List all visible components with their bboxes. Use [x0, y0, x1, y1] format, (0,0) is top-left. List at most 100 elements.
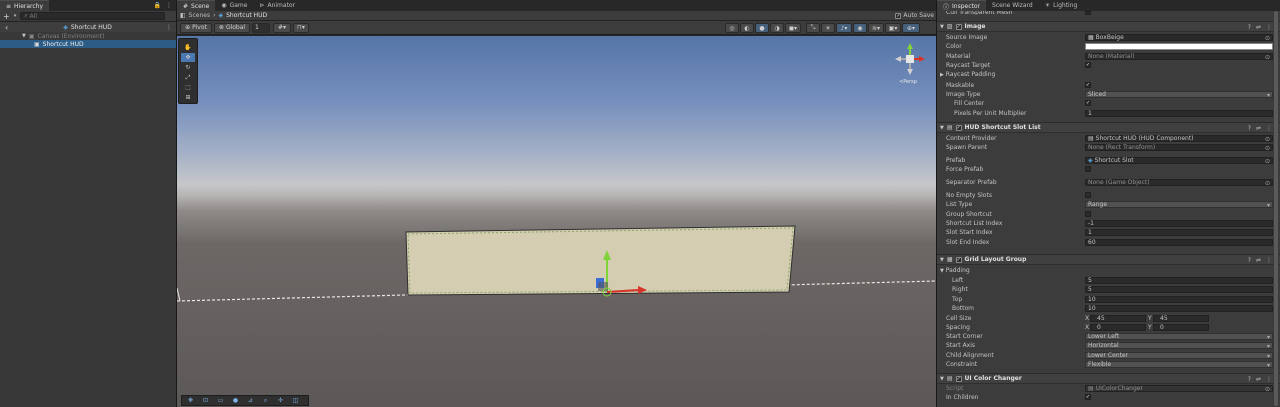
slot-list-enabled-checkbox[interactable]: ✓: [955, 124, 962, 131]
move-overlay-button[interactable]: ✥: [183, 396, 198, 405]
expand-arrow-icon[interactable]: ▼: [22, 33, 26, 39]
help-icon[interactable]: ?: [1248, 125, 1251, 132]
slot-end-index-field[interactable]: 60: [1085, 239, 1273, 246]
more-icon[interactable]: ⋮: [1266, 24, 1272, 31]
raycast-padding-foldout[interactable]: ▶ Raycast Padding: [940, 72, 995, 78]
audio-toggle-button[interactable]: ♪▾: [836, 23, 852, 33]
constraint-dropdown[interactable]: Flexible ▾: [1085, 361, 1273, 369]
more-icon[interactable]: ⋮: [166, 24, 176, 31]
color-changer-component-header[interactable]: ▼ ▤ ✓ UI Color Changer ? ⇌ ⋮: [937, 373, 1280, 384]
sphere-overlay-button[interactable]: ●: [228, 396, 243, 405]
prefab-field[interactable]: ◈ Shortcut Slot ⊙: [1085, 157, 1273, 165]
auto-save-checkbox[interactable]: ✓: [895, 12, 902, 19]
tab-hierarchy[interactable]: ≡ Hierarchy: [0, 0, 50, 11]
image-type-dropdown[interactable]: Sliced ▾: [1085, 91, 1273, 99]
persp-label[interactable]: <Persp: [899, 80, 917, 85]
effects-toggle-button[interactable]: ◉: [853, 23, 867, 33]
move-tool-button[interactable]: ✥: [181, 53, 195, 62]
scale-tool-button[interactable]: ⤢: [181, 73, 195, 82]
no-empty-slots-checkbox[interactable]: [1085, 192, 1091, 198]
preset-icon[interactable]: ⇌: [1256, 376, 1261, 383]
list-item-selected[interactable]: ▣ Shortcut HUD: [0, 40, 176, 48]
2d-toggle-button[interactable]: ⤡: [806, 23, 820, 33]
start-corner-dropdown[interactable]: Lower Left ▾: [1085, 333, 1273, 341]
global-dropdown[interactable]: ⊗ Global: [214, 22, 250, 33]
tab-inspector[interactable]: ⓘ Inspector: [937, 0, 987, 11]
image-enabled-checkbox[interactable]: ✓: [955, 23, 962, 30]
group-shortcut-checkbox[interactable]: [1085, 211, 1091, 217]
draw-mode-button[interactable]: ◎: [725, 23, 739, 33]
collapse-arrow-icon[interactable]: ▼: [940, 24, 944, 30]
more-icon[interactable]: ⋮: [166, 2, 172, 9]
help-icon[interactable]: ?: [1248, 376, 1251, 383]
pixels-per-unit-field[interactable]: 1: [1085, 110, 1273, 117]
spacing-x-field[interactable]: 0: [1090, 324, 1146, 331]
color-changer-enabled-checkbox[interactable]: ✓: [955, 375, 962, 382]
rect-tool-button[interactable]: ⬚: [181, 83, 195, 92]
padding-top-field[interactable]: 10: [1085, 296, 1273, 303]
raycast-target-checkbox[interactable]: ✓: [1085, 62, 1091, 68]
padding-foldout[interactable]: ▼ Padding: [940, 268, 970, 274]
transform-tool-button[interactable]: ⊞: [181, 93, 195, 102]
image-component-header[interactable]: ▼ ▨ ✓ Image ? ⇌ ⋮: [937, 21, 1280, 32]
lit-mode-button[interactable]: ●: [755, 23, 769, 33]
object-picker-icon[interactable]: ⊙: [1265, 145, 1270, 152]
hidden-objects-button[interactable]: ≋▾: [868, 23, 884, 33]
zoom-overlay-button[interactable]: ⌕: [258, 396, 273, 405]
padding-right-field[interactable]: 5: [1085, 286, 1273, 293]
content-provider-field[interactable]: ▤ Shortcut HUD (HUD Component) ⊙: [1085, 135, 1273, 143]
hierarchy-scene-row[interactable]: ‹ ◈ Shortcut HUD ⋮: [0, 22, 176, 32]
lock-icon[interactable]: 🔒: [154, 2, 161, 9]
padding-left-field[interactable]: 5: [1085, 277, 1273, 284]
layers-overlay-button[interactable]: ◫: [288, 396, 303, 405]
help-icon[interactable]: ?: [1248, 257, 1251, 264]
inspector-scrollbar-thumb[interactable]: [1274, 11, 1278, 406]
pivot-overlay-button[interactable]: ⊡: [198, 396, 213, 405]
collapse-arrow-icon[interactable]: ▼: [940, 257, 944, 263]
snap-overlay-button[interactable]: ⊿: [243, 396, 258, 405]
separator-prefab-field[interactable]: None (Game Object) ⊙: [1085, 179, 1273, 187]
padding-bottom-field[interactable]: 10: [1085, 305, 1273, 312]
cell-size-y-field[interactable]: 45: [1153, 315, 1209, 322]
collapse-arrow-icon[interactable]: ▼: [940, 376, 944, 382]
preset-icon[interactable]: ⇌: [1256, 257, 1261, 264]
scene-viewport[interactable]: <Persp ✋ ✥ ↻ ⤢ ⬚ ⊞ ✥ ⊡ ▭ ● ⊿ ⌕ ✢ ◫: [177, 36, 936, 407]
tab-animator[interactable]: ⊳ Animator: [253, 0, 301, 11]
add-object-button[interactable]: +: [3, 12, 10, 21]
panel-overlay-button[interactable]: ▭: [213, 396, 228, 405]
object-picker-icon[interactable]: ⊙: [1265, 180, 1270, 187]
spawn-parent-field[interactable]: None (Rect Transform) ⊙: [1085, 144, 1273, 152]
maskable-checkbox[interactable]: ✓: [1085, 82, 1091, 88]
object-picker-icon[interactable]: ⊙: [1265, 54, 1270, 61]
gizmos-button[interactable]: ⊕▾: [902, 23, 920, 33]
tab-lighting[interactable]: ☀ Lighting: [1039, 0, 1084, 11]
object-picker-icon[interactable]: ⊙: [1265, 158, 1270, 165]
shaded-mode-button[interactable]: ◐: [740, 23, 754, 33]
pivot-dropdown[interactable]: ⊕ Pivot: [180, 22, 212, 33]
force-prefab-checkbox[interactable]: [1085, 166, 1091, 172]
in-children-checkbox[interactable]: ✓: [1085, 394, 1091, 400]
grid-visibility-button[interactable]: #▾: [273, 22, 291, 33]
grid-layout-enabled-checkbox[interactable]: ✓: [955, 256, 962, 263]
help-icon[interactable]: ?: [1248, 24, 1251, 31]
shortcut-list-index-field[interactable]: -1: [1085, 220, 1273, 227]
source-image-field[interactable]: ▦ BoxBeige ⊙: [1085, 34, 1273, 42]
spacing-y-field[interactable]: 0: [1153, 324, 1209, 331]
preset-icon[interactable]: ⇌: [1256, 125, 1261, 132]
render-dropdown[interactable]: ◼▾: [785, 23, 801, 33]
tab-scene[interactable]: # Scene: [177, 0, 216, 11]
fill-center-checkbox[interactable]: ✓: [1085, 100, 1091, 106]
list-type-dropdown[interactable]: Range ▾: [1085, 201, 1273, 209]
slot-start-index-field[interactable]: 1: [1085, 229, 1273, 236]
color-field[interactable]: ✎: [1085, 43, 1279, 51]
child-alignment-dropdown[interactable]: Lower Center ▾: [1085, 352, 1273, 360]
orientation-gizmo[interactable]: [895, 43, 925, 75]
tab-scene-wizard[interactable]: Scene Wizard: [986, 0, 1039, 11]
grid-layout-component-header[interactable]: ▼ ▦ ✓ Grid Layout Group ? ⇌ ⋮: [937, 254, 1280, 265]
snap-settings-button[interactable]: ⊓▾: [293, 22, 309, 33]
more-icon[interactable]: ⋮: [1266, 257, 1272, 264]
material-field[interactable]: None (Material) ⊙: [1085, 53, 1273, 61]
cull-transparent-checkbox[interactable]: [1085, 11, 1091, 15]
object-picker-icon[interactable]: ⊙: [1265, 35, 1270, 42]
camera-settings-button[interactable]: ▣▾: [885, 23, 901, 33]
